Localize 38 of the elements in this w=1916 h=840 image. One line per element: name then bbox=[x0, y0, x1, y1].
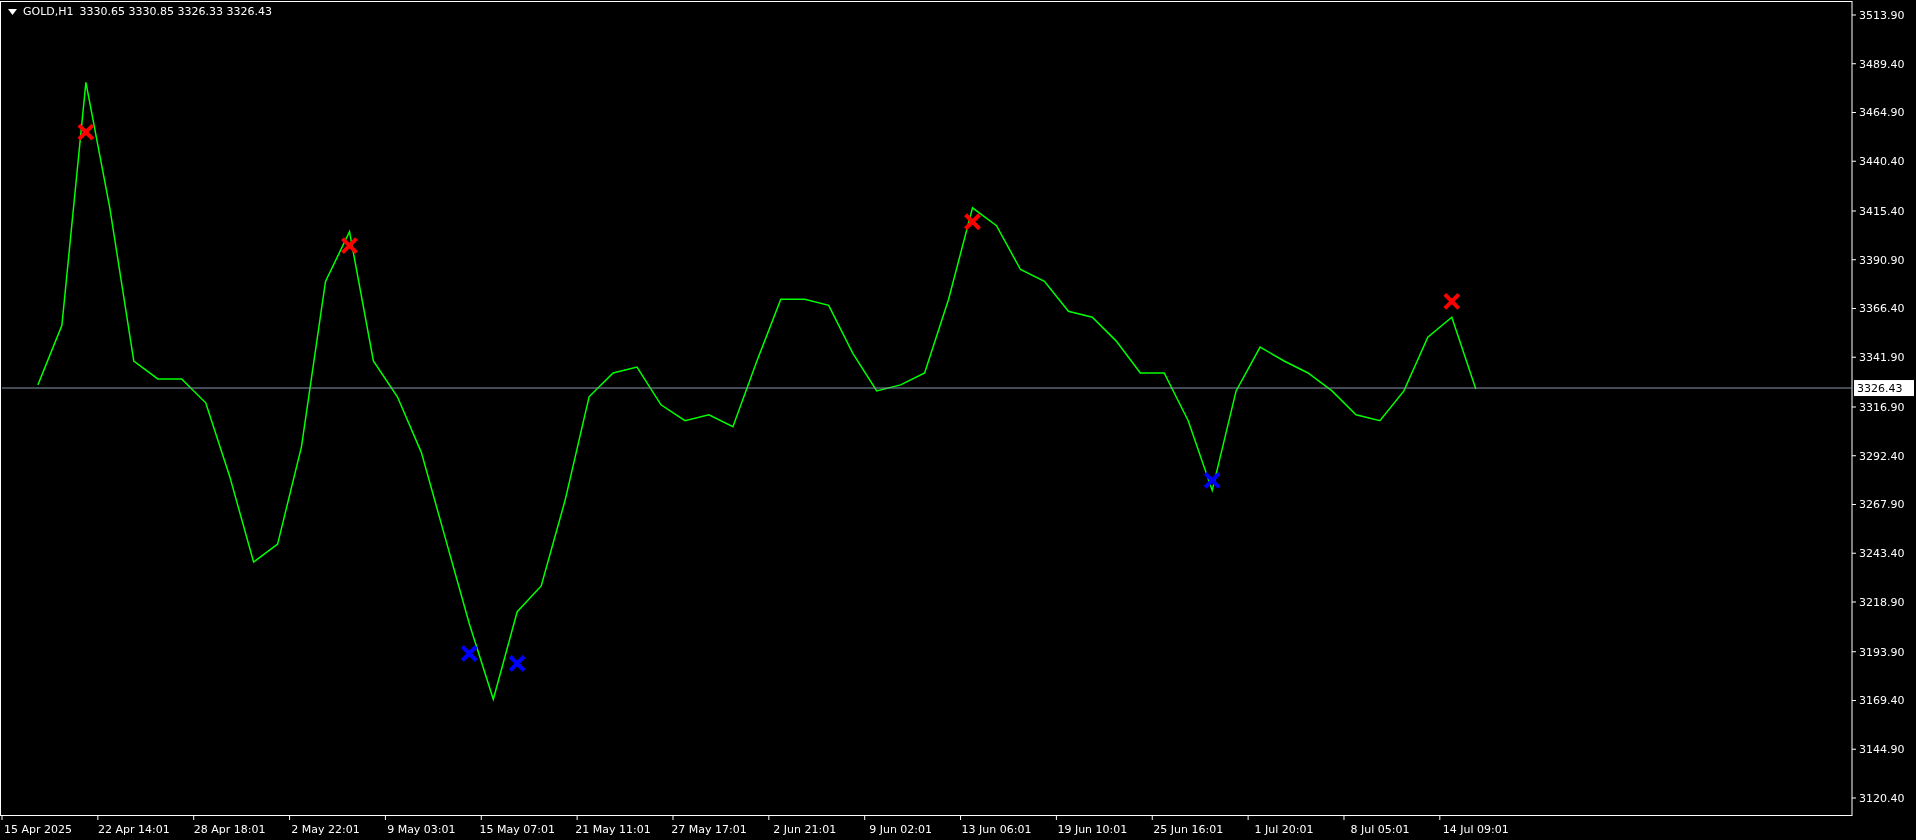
date-label: 2 Jun 21:01 bbox=[773, 823, 837, 836]
price-label: 3489.40 bbox=[1859, 57, 1905, 71]
price-label: 3193.90 bbox=[1859, 645, 1905, 659]
date-label: 19 Jun 10:01 bbox=[1057, 823, 1128, 836]
date-label: 21 May 11:01 bbox=[575, 823, 651, 836]
date-label: 14 Jul 09:01 bbox=[1442, 823, 1509, 836]
symbol-label: GOLD,H1 bbox=[23, 5, 74, 18]
date-label: 15 Apr 2025 bbox=[3, 823, 72, 836]
price-label: 3513.90 bbox=[1859, 9, 1905, 22]
date-label: 25 Jun 16:01 bbox=[1153, 823, 1224, 836]
date-label: 9 Jun 02:01 bbox=[869, 823, 933, 836]
date-label: 2 May 22:01 bbox=[291, 823, 360, 836]
date-label: 28 Apr 18:01 bbox=[193, 823, 266, 836]
date-label: 1 Jul 20:01 bbox=[1254, 823, 1314, 836]
date-label: 22 Apr 14:01 bbox=[97, 823, 170, 836]
price-label: 3267.90 bbox=[1859, 498, 1905, 512]
price-label: 3144.90 bbox=[1859, 743, 1905, 757]
price-label: 3440.40 bbox=[1859, 155, 1905, 169]
price-label: 3415.40 bbox=[1859, 205, 1905, 218]
dropdown-triangle-icon[interactable] bbox=[8, 8, 17, 15]
price-label: 3169.40 bbox=[1859, 694, 1905, 708]
date-label: 15 May 07:01 bbox=[479, 823, 555, 836]
ref-line-label: 3326.43 bbox=[1857, 382, 1903, 396]
price-label: 3243.40 bbox=[1859, 547, 1905, 561]
price-label: 3292.40 bbox=[1859, 449, 1905, 463]
price-label: 3120.40 bbox=[1859, 792, 1905, 805]
price-label: 3341.90 bbox=[1859, 351, 1905, 365]
price-label: 3390.90 bbox=[1859, 253, 1905, 267]
date-label: 9 May 03:01 bbox=[387, 823, 456, 836]
date-label: 8 Jul 05:01 bbox=[1350, 823, 1410, 836]
price-label: 3366.40 bbox=[1859, 302, 1905, 316]
ohlc-values: 3330.65 3330.85 3326.33 3326.43 bbox=[79, 5, 272, 18]
date-label: 13 Jun 06:01 bbox=[961, 823, 1032, 836]
price-label: 3464.90 bbox=[1859, 106, 1905, 120]
price-label: 3316.90 bbox=[1859, 401, 1905, 414]
current-price-tag: 3326.43 bbox=[1854, 380, 1914, 397]
date-label: 27 May 17:01 bbox=[671, 823, 747, 836]
price-label: 3218.90 bbox=[1859, 596, 1905, 609]
